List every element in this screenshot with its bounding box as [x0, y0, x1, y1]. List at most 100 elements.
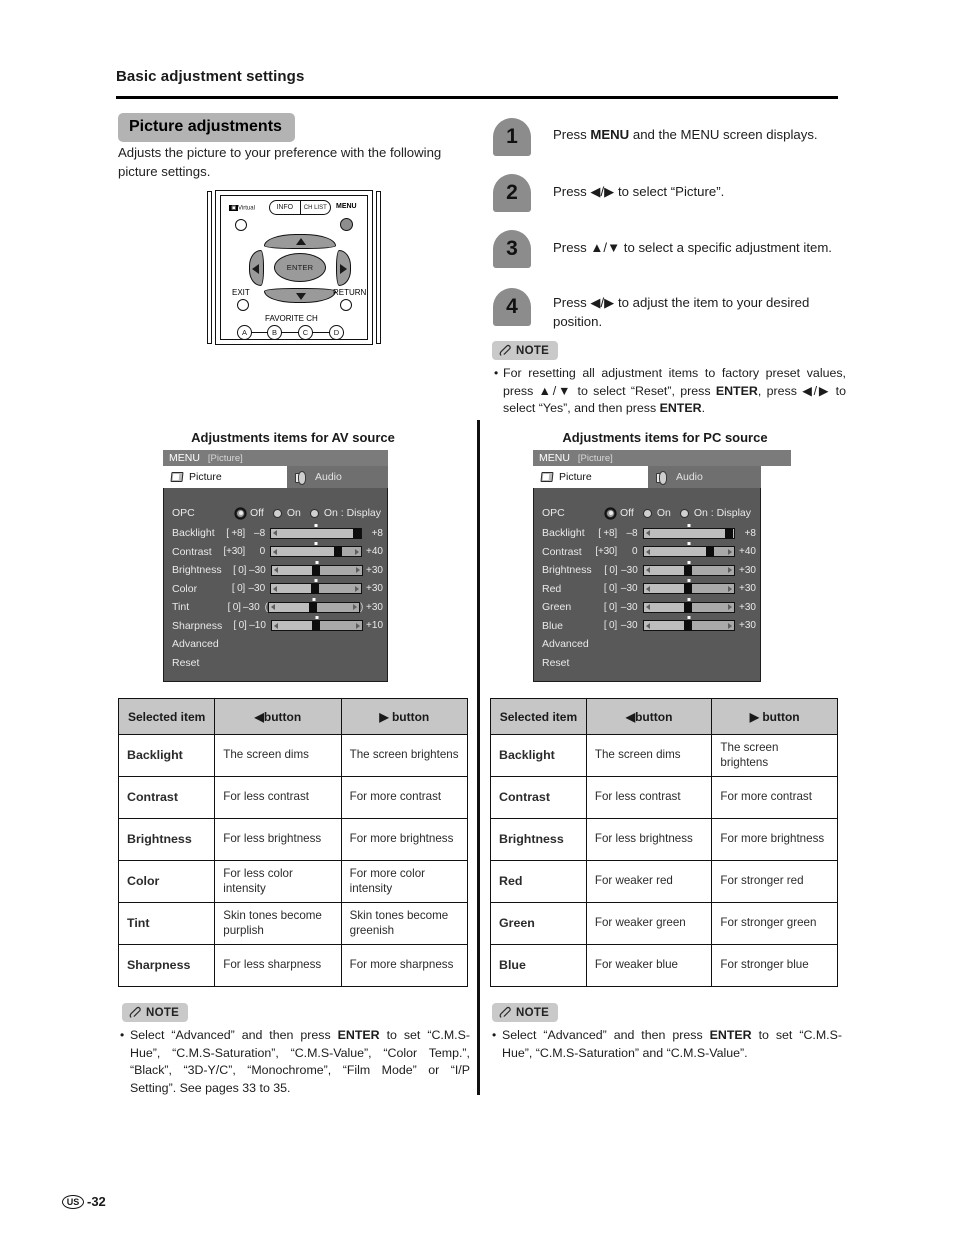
slider-left-arrow-icon[interactable]: [271, 604, 276, 611]
slider-left-arrow-icon[interactable]: [273, 530, 278, 537]
osd-slider-brightness[interactable]: [642, 560, 735, 576]
osd-slider-brightness[interactable]: [270, 560, 363, 576]
slider-left-arrow-icon[interactable]: [273, 622, 278, 629]
slider-thumb[interactable]: [706, 546, 715, 558]
osd-row-advanced[interactable]: Advanced: [534, 635, 760, 654]
osd-slider-blue[interactable]: [642, 616, 735, 632]
exit-button[interactable]: [237, 299, 249, 311]
osd-row-label: Reset: [542, 656, 570, 669]
av-tab-picture[interactable]: Picture: [163, 466, 287, 488]
slider-thumb[interactable]: [311, 583, 320, 595]
slider-right-arrow-icon[interactable]: [355, 567, 360, 574]
av-opc-option-off[interactable]: Off: [236, 507, 264, 519]
osd-slider-red[interactable]: [642, 579, 735, 595]
osd-row-reset[interactable]: Reset: [534, 654, 760, 673]
virtual-button[interactable]: [235, 219, 247, 231]
slider-thumb[interactable]: [725, 527, 734, 539]
table-cell-right-button: The screen brightens: [340, 734, 469, 777]
pc-tab-picture[interactable]: Picture: [533, 466, 648, 488]
osd-row-min: –30: [249, 564, 266, 576]
pc-opc-option-on[interactable]: On: [642, 507, 671, 519]
slider-thumb[interactable]: [683, 583, 692, 595]
slider-right-arrow-icon[interactable]: [727, 604, 732, 611]
slider-left-arrow-icon[interactable]: [273, 585, 278, 592]
slider-left-arrow-icon[interactable]: [645, 622, 650, 629]
slider-right-arrow-icon[interactable]: [355, 622, 360, 629]
pc-opc-option-on-display[interactable]: On : Display: [679, 507, 751, 519]
osd-row-blue[interactable]: Blue [ 0] –30 +30: [534, 616, 760, 636]
pc-opc-option-off[interactable]: Off: [606, 507, 634, 519]
av-opc-row: OPC Off On On : Display: [164, 502, 387, 524]
av-opc-off-label: Off: [250, 507, 264, 519]
section-title-chip: Picture adjustments: [118, 113, 295, 142]
slider-left-arrow-icon[interactable]: [273, 567, 278, 574]
slider-thumb[interactable]: [312, 620, 321, 632]
slider-right-arrow-icon[interactable]: [727, 567, 732, 574]
osd-row-red[interactable]: Red [ 0] –30 +30: [534, 579, 760, 599]
osd-slider-backlight[interactable]: [642, 523, 735, 539]
av-opc-option-on[interactable]: On: [272, 507, 301, 519]
slider-thumb[interactable]: [683, 620, 692, 632]
osd-slider-tint[interactable]: [268, 597, 361, 613]
slider-left-arrow-icon[interactable]: [645, 585, 650, 592]
osd-row-reset[interactable]: Reset: [164, 654, 387, 673]
osd-row-backlight[interactable]: Backlight [ +8] –8 +8: [164, 523, 387, 543]
osd-row-max: +30: [739, 564, 756, 576]
osd-row-backlight[interactable]: Backlight [ +8] –8 +8: [534, 523, 760, 543]
osd-row-contrast[interactable]: Contrast [+30] 0 +40: [534, 542, 760, 562]
slider-right-arrow-icon[interactable]: [727, 585, 732, 592]
osd-row-sharpness[interactable]: Sharpness [ 0] –10 +10: [164, 616, 387, 636]
osd-slider-green[interactable]: [642, 597, 735, 613]
slider-left-arrow-icon[interactable]: [645, 548, 650, 555]
slider-thumb[interactable]: [333, 546, 342, 558]
osd-row-contrast[interactable]: Contrast [+30] 0 +40: [164, 542, 387, 562]
av-tab-audio[interactable]: Audio: [287, 466, 388, 488]
slider-thumb[interactable]: [683, 601, 692, 613]
osd-row-green[interactable]: Green [ 0] –30 +30: [534, 597, 760, 617]
osd-row-min: –30: [242, 601, 260, 613]
slider-thumb[interactable]: [309, 601, 318, 613]
osd-row-advanced[interactable]: Advanced: [164, 635, 387, 654]
table-cell-item: Backlight: [117, 734, 216, 777]
osd-slider-contrast[interactable]: [642, 542, 735, 558]
av-opc-option-on-display[interactable]: On : Display: [309, 507, 381, 519]
slider-fill: [643, 528, 734, 538]
slider-right-arrow-icon[interactable]: [355, 548, 360, 555]
osd-row-label: Backlight: [542, 527, 585, 540]
av-subtitle: Adjustments items for AV source: [191, 430, 395, 445]
osd-row-max: +30: [739, 583, 756, 595]
slider-thumb[interactable]: [311, 564, 320, 576]
slider-left-arrow-icon[interactable]: [273, 548, 278, 555]
slider-fill: [271, 621, 317, 631]
slider-thumb[interactable]: [683, 564, 692, 576]
return-button[interactable]: [340, 299, 352, 311]
slider-right-arrow-icon[interactable]: [355, 585, 360, 592]
osd-row-brightness[interactable]: Brightness [ 0] –30 +30: [164, 560, 387, 580]
menu-button[interactable]: [340, 218, 353, 231]
slider-thumb[interactable]: [352, 527, 361, 539]
table-cell-right-button: For more sharpness: [340, 944, 469, 987]
slider-left-arrow-icon[interactable]: [645, 530, 650, 537]
favorite-b-button[interactable]: B: [267, 325, 282, 340]
osd-row-label: Red: [542, 582, 562, 595]
info-chlist-button[interactable]: INFO CH LIST: [269, 200, 331, 215]
favorite-a-button[interactable]: A: [237, 325, 252, 340]
enter-button[interactable]: ENTER: [274, 253, 326, 282]
pc-tab-audio[interactable]: Audio: [648, 466, 761, 488]
osd-slider-color[interactable]: [270, 579, 363, 595]
slider-left-arrow-icon[interactable]: [645, 567, 650, 574]
slider-right-arrow-icon[interactable]: [727, 548, 732, 555]
osd-slider-sharpness[interactable]: [270, 616, 363, 632]
slider-right-arrow-icon[interactable]: [727, 622, 732, 629]
osd-slider-contrast[interactable]: [270, 542, 363, 558]
slider-right-arrow-icon[interactable]: [353, 604, 358, 611]
favorite-d-button[interactable]: D: [329, 325, 344, 340]
slider-left-arrow-icon[interactable]: [645, 604, 650, 611]
osd-row-brightness[interactable]: Brightness [ 0] –30 +30: [534, 560, 760, 580]
favorite-c-button[interactable]: C: [298, 325, 313, 340]
osd-row-color[interactable]: Color [ 0] –30 +30: [164, 579, 387, 599]
av-plain-rows: Advanced Reset: [164, 635, 387, 672]
slider-fill: [643, 602, 689, 612]
osd-row-tint[interactable]: Tint[ 0] –30() +30: [164, 597, 387, 617]
osd-slider-backlight[interactable]: [270, 523, 363, 539]
